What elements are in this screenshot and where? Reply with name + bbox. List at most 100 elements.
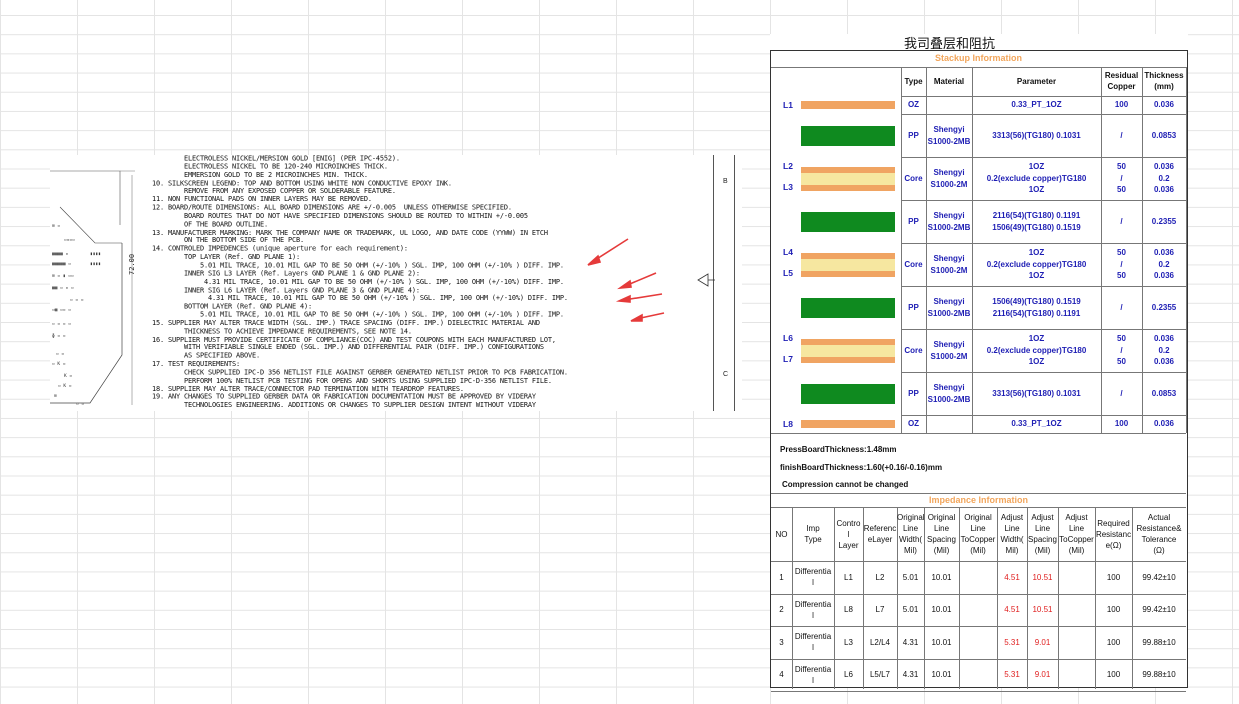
impedance-header-5: Line xyxy=(933,524,950,533)
impedance-header-9: (Mil) xyxy=(1068,546,1085,555)
layer-label-L3: L3 xyxy=(783,182,793,192)
impedance-cell-ow: 5.01 xyxy=(902,572,919,582)
fab-notes-image[interactable]: ⊞ ▫ ▫▫▫▫ ▦▦▦▦ ▫ ▦▦▦▦▦ ▫ ▮▮▮▮ ▮▮▮▮ ⊞ ▫ ▮ ▫▫ ▦▦… xyxy=(50,155,742,411)
stackup-cell-copper: 50 xyxy=(1117,162,1126,172)
stackup-row-rule xyxy=(901,114,1186,115)
svg-text:▫ K ▫: ▫ K ▫ xyxy=(52,361,66,367)
impedance-cell-no: 1 xyxy=(779,572,784,582)
stackup-caption: 我司叠层和阻抗 xyxy=(904,37,996,50)
stackup-cell-copper: / xyxy=(1120,130,1123,140)
stackup-cell-thick: 0.036 xyxy=(1153,248,1175,258)
impedance-cell-os: 10.01 xyxy=(931,572,952,582)
impedance-header-8: Adjust xyxy=(1031,513,1054,522)
impedance-header-9: ToCopper xyxy=(1059,535,1094,544)
stackup-cell-thick: 0.2 xyxy=(1158,259,1170,269)
impedance-header-3: eLayer xyxy=(867,535,893,544)
impedance-cell-ow: 5.01 xyxy=(902,605,919,615)
impedance-header-6: (Mil) xyxy=(970,546,986,555)
finish-thickness: finishBoardThickness:1.60(+0.16/-0.16)mm xyxy=(780,463,943,472)
stackup-cell-material: Shengyi S1000-2M xyxy=(930,167,968,189)
drawing-border: B C xyxy=(697,155,742,411)
stackup-cell-copper: 100 xyxy=(1114,100,1129,109)
stackup-title: Stackup Information xyxy=(934,53,1022,63)
copper-layer-bar xyxy=(801,420,895,428)
stackup-cell-copper: 50 xyxy=(1117,334,1126,344)
stackup-row-rule xyxy=(901,243,1186,244)
stackup-image[interactable]: 我司叠层和阻抗 Stackup Information Type Material… xyxy=(770,34,1188,692)
stackup-cell-thick: 0.2 xyxy=(1158,345,1170,355)
svg-text:⊞ ▫ ▮ ▫▫: ⊞ ▫ ▮ ▫▫ xyxy=(52,274,74,279)
svg-text:▫ ▫: ▫ ▫ xyxy=(56,352,64,357)
svg-text:▫▦ ▫▫ ▫: ▫▦ ▫▫ ▫ xyxy=(52,308,71,313)
impedance-cell-ref: L7 xyxy=(875,605,885,615)
stackup-cell-type: PP xyxy=(908,302,919,312)
svg-text:▦▦ ▫ ▫ ▫: ▦▦ ▫ ▫ ▫ xyxy=(52,286,74,291)
impedance-header-8: (Mil) xyxy=(1034,546,1051,555)
stackup-cell-param: 0.2(exclude copper)TG180 xyxy=(986,259,1087,269)
impedance-cell-act: 99.88±10 xyxy=(1142,670,1176,680)
stackup-row-rule xyxy=(901,329,1186,330)
stackup-cell-param: 1OZ xyxy=(1028,271,1045,281)
impedance-header-3: Referenc xyxy=(863,524,897,533)
impedance-cell-req: 100 xyxy=(1106,670,1121,680)
impedance-header-8: Line xyxy=(1034,524,1051,533)
impedance-header-6: Line xyxy=(970,524,986,533)
impedance-header-2: l xyxy=(847,529,850,539)
impedance-header-11: (Ω) xyxy=(1153,546,1165,555)
stackup-cell-type: PP xyxy=(908,216,919,226)
impedance-header-8: Spacing xyxy=(1028,535,1057,544)
impedance-cell-ref: L2/L4 xyxy=(869,637,891,647)
impedance-header-11: Resistance& xyxy=(1136,524,1182,533)
core-layer-bar xyxy=(801,166,895,191)
stackup-cell-copper: 50 xyxy=(1117,357,1126,367)
svg-text:⊞ ▫: ⊞ ▫ xyxy=(52,224,60,229)
stackup-cell-param: 1OZ xyxy=(1028,357,1045,367)
impedance-cell-aw: 4.51 xyxy=(1004,572,1020,582)
impedance-cell-type: Differentia xyxy=(794,567,832,577)
stackup-cell-material: Shengyi S1000-2MB xyxy=(927,124,971,146)
layer-label-L8: L8 xyxy=(783,419,793,429)
stackup-table-bottom-rule xyxy=(771,433,1186,434)
stackup-cell-material: Shengyi S1000-2MB xyxy=(927,210,971,232)
impedance-header-0: NO xyxy=(775,529,788,539)
stackup-cell-type: OZ xyxy=(907,100,920,109)
stackup-column-rule xyxy=(926,67,927,433)
svg-text:▦▦▦▦▦ ▫: ▦▦▦▦▦ ▫ xyxy=(52,262,71,267)
stackup-cell-material: Shengyi S1000-2M xyxy=(930,339,968,361)
impedance-header-1: Imp xyxy=(806,524,820,533)
layer-label-L1: L1 xyxy=(783,100,793,110)
stackup-cell-param: 0.33_PT_1OZ xyxy=(1011,419,1062,428)
impedance-cell-no: 2 xyxy=(779,605,784,615)
stackup-cell-copper: 100 xyxy=(1114,419,1129,428)
stackup-cell-copper: / xyxy=(1120,388,1123,398)
stackup-cell-thick: 0.036 xyxy=(1153,162,1175,172)
stackup-cell-copper: / xyxy=(1120,259,1123,269)
stackup-header-1: Material xyxy=(933,77,965,86)
stackup-cell-param: 2116(54)(TG180) 0.1191 xyxy=(992,210,1081,220)
stackup-cell-type: Core xyxy=(904,345,923,355)
stackup-header-3: Residual Copper xyxy=(1104,71,1139,91)
impedance-header-7: Line xyxy=(1004,524,1020,533)
pcb-drawing: ⊞ ▫ ▫▫▫▫ ▦▦▦▦ ▫ ▦▦▦▦▦ ▫ ▮▮▮▮ ▮▮▮▮ ⊞ ▫ ▮ ▫▫ ▦▦… xyxy=(50,170,135,407)
impedance-cell-ow: 4.31 xyxy=(902,670,919,680)
impedance-cell-os: 10.01 xyxy=(931,637,952,647)
impedance-cell-aw: 5.31 xyxy=(1004,670,1020,680)
impedance-cell-os: 10.01 xyxy=(931,605,952,615)
stackup-cell-param: 0.2(exclude copper)TG180 xyxy=(986,345,1087,355)
impedance-cell-ref: L5/L7 xyxy=(869,670,891,680)
stackup-cell-param: 1506(49)(TG180) 0.1519 xyxy=(992,222,1081,232)
impedance-row-rule xyxy=(771,658,1186,660)
impedance-header-10: Resistanc xyxy=(1095,529,1132,539)
impedance-cell-type: l xyxy=(812,675,814,685)
impedance-header-6: ToCopper xyxy=(960,535,996,544)
layer-label-L7: L7 xyxy=(783,354,793,364)
stackup-row-rule xyxy=(901,415,1186,416)
impedance-header-10: e(Ω) xyxy=(1105,540,1122,550)
stackup-cell-thick: 0.036 xyxy=(1153,100,1175,109)
impedance-cell-type: l xyxy=(812,643,814,653)
stackup-header-4: Thickness (mm) xyxy=(1144,71,1184,91)
impedance-cell-no: 4 xyxy=(779,670,784,680)
impedance-header-9: Adjust xyxy=(1065,513,1088,522)
impedance-cell-type: Differentia xyxy=(794,599,832,609)
impedance-header-4: Original xyxy=(897,513,925,522)
